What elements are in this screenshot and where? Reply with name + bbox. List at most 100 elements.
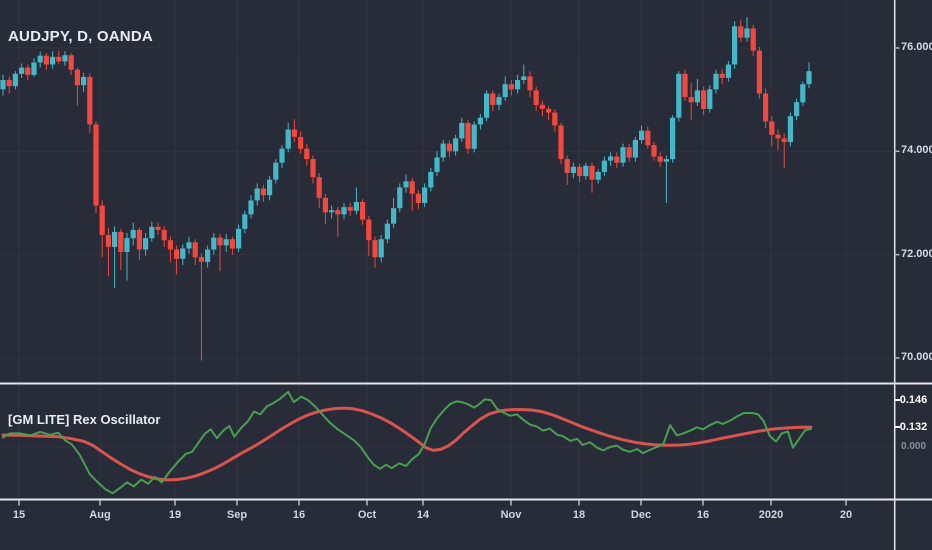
candle-body <box>99 205 105 235</box>
candle-body <box>248 200 254 215</box>
candle-body <box>25 67 31 75</box>
candle-body <box>229 239 235 249</box>
time-axis-label: Aug <box>89 509 111 521</box>
candle-body <box>750 28 756 51</box>
candle-body <box>310 159 316 178</box>
candle-body <box>738 26 744 38</box>
candle-body <box>217 237 223 246</box>
candle-body <box>136 229 142 250</box>
candle-body <box>267 179 273 196</box>
candle-body <box>713 73 719 90</box>
candle-body <box>329 210 335 213</box>
candle-body <box>477 117 483 125</box>
candle-body <box>186 242 192 249</box>
price-axis-label: 76.000 <box>901 41 932 53</box>
candle-body <box>6 80 12 87</box>
candle-body <box>50 56 56 65</box>
candle-body <box>285 129 291 149</box>
candle-body <box>12 73 18 87</box>
oscillator-value-badge: 0.132 <box>895 414 932 440</box>
candle-body <box>149 226 155 239</box>
indicator-title[interactable]: [GM LITE] Rex Oscillator <box>8 412 160 427</box>
time-axis-label: 16 <box>292 509 306 521</box>
time-axis-label: 18 <box>572 509 586 521</box>
candle-body <box>43 55 49 65</box>
time-axis-label: 14 <box>416 509 430 521</box>
candle-body <box>794 102 800 117</box>
candle-body <box>744 28 750 38</box>
candle-body <box>558 125 564 160</box>
time-axis-label: Dec <box>630 509 652 521</box>
candle-body <box>806 71 812 85</box>
candle-body <box>322 197 328 213</box>
candle-body <box>174 249 180 259</box>
candle-body <box>701 90 707 109</box>
candle-body <box>632 140 638 158</box>
candle-body <box>515 80 521 90</box>
candle-body <box>732 26 738 65</box>
oscillator-signal-value: 0.146 <box>899 394 928 406</box>
candle-body <box>670 117 676 159</box>
candle-body <box>552 112 558 126</box>
candle-body <box>366 219 372 241</box>
candle-body <box>74 69 80 86</box>
candle-body <box>663 159 669 162</box>
candle-body <box>589 165 595 180</box>
candle-body <box>205 249 211 262</box>
candle-body <box>682 73 688 97</box>
price-axis-label: 72.000 <box>901 247 932 260</box>
candle-body <box>502 84 508 98</box>
candle-body <box>87 76 93 125</box>
chart-window: AUDJPY, D, OANDA [GM LITE] Rex Oscillato… <box>0 0 932 550</box>
candle-body <box>484 93 490 118</box>
candle-body <box>353 202 359 211</box>
candle-body <box>409 181 415 194</box>
candle-body <box>527 76 533 91</box>
candle-body <box>657 156 663 162</box>
candle-body <box>719 73 725 78</box>
symbol-title[interactable]: AUDJPY, D, OANDA <box>8 28 153 45</box>
axis-tick-icon <box>895 426 900 428</box>
candle-body <box>608 156 614 161</box>
candle-body <box>583 165 589 177</box>
candle-body <box>651 145 657 157</box>
candle-body <box>496 97 502 105</box>
time-axis-label: 16 <box>696 509 710 521</box>
candle-body <box>546 109 552 113</box>
candle-body <box>167 240 173 250</box>
candle-body <box>335 210 341 215</box>
candle-body <box>521 76 527 80</box>
candle-body <box>471 124 477 149</box>
time-axis-label: Oct <box>357 509 377 521</box>
candle-body <box>0 80 6 90</box>
candle-body <box>93 124 99 206</box>
candle-body <box>539 104 545 109</box>
candle-body <box>403 181 409 188</box>
time-axis-label: 2020 <box>758 509 784 521</box>
candle-body <box>676 73 682 118</box>
oscillator-zero-label: 0.000 <box>901 441 927 452</box>
candle-body <box>787 116 793 142</box>
axis-tick-icon <box>895 399 900 401</box>
candle-body <box>440 143 446 158</box>
time-axis-label: 20 <box>839 509 853 521</box>
candle-body <box>291 129 297 137</box>
candle-body <box>688 97 694 103</box>
chart-canvas[interactable] <box>0 0 932 550</box>
candle-body <box>124 238 130 252</box>
candle-body <box>105 235 111 247</box>
candle-body <box>694 90 700 103</box>
candle-body <box>372 240 378 258</box>
candle-body <box>118 231 124 252</box>
candle-body <box>236 228 242 249</box>
candle-body <box>143 238 149 250</box>
candle-body <box>620 147 626 163</box>
candle-body <box>130 229 136 239</box>
candle-body <box>254 188 260 201</box>
candle-body <box>422 187 428 203</box>
candle-body <box>180 248 186 259</box>
candle-body <box>601 160 607 172</box>
candle-body <box>19 67 25 74</box>
candle-body <box>112 231 118 247</box>
candle-body <box>781 138 787 142</box>
